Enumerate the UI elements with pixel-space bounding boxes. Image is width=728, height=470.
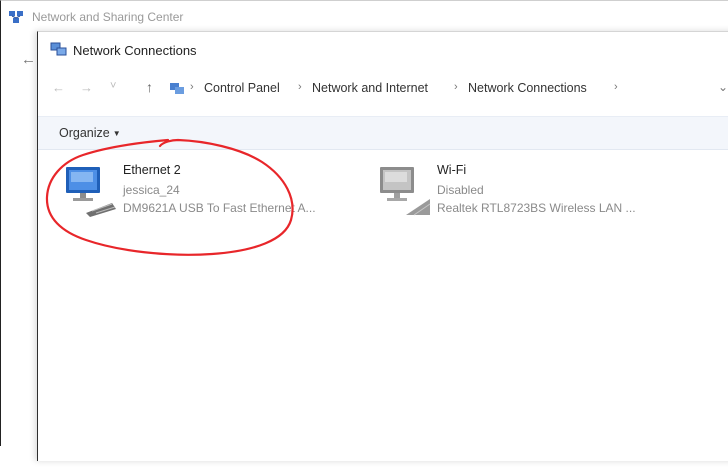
recent-locations-icon[interactable]: ˅ (110, 80, 116, 92)
connection-status: jessica_24 (123, 183, 180, 197)
network-sharing-icon (9, 11, 23, 23)
ethernet-adapter-icon (66, 167, 116, 217)
up-arrow-icon[interactable]: ↑ (146, 79, 153, 95)
organize-label: Organize (59, 126, 110, 140)
breadcrumb-chevron-icon[interactable]: › (614, 81, 618, 93)
connection-name: Ethernet 2 (123, 163, 181, 177)
network-connections-icon (50, 42, 67, 56)
organize-menu-button[interactable]: Organize ▼ (59, 126, 121, 140)
bg-back-icon[interactable]: ← (21, 51, 36, 68)
connections-list: Ethernet 2 jessica_24 DM9621A USB To Fas… (38, 150, 728, 470)
back-arrow-icon[interactable]: ← (52, 80, 65, 95)
connection-device: Realtek RTL8723BS Wireless LAN ... (437, 201, 636, 215)
bg-title-bar: Network and Sharing Center (1, 1, 728, 33)
connection-name: Wi-Fi (437, 163, 467, 177)
breadcrumb-chevron-icon: › (454, 81, 458, 93)
title-bar: Network Connections (38, 32, 728, 68)
network-connections-window: Network Connections ← → ˅ ↑ › Control Pa… (37, 31, 728, 461)
breadcrumb-chevron-icon: › (190, 81, 194, 93)
forward-arrow-icon[interactable]: → (80, 80, 93, 95)
command-bar: Organize ▼ (38, 116, 728, 150)
control-panel-icon (170, 83, 184, 94)
breadcrumb-control-panel[interactable]: Control Panel (204, 81, 280, 95)
connection-status: Disabled (437, 183, 484, 197)
bg-window-title: Network and Sharing Center (32, 10, 184, 24)
breadcrumb-chevron-icon: › (298, 81, 302, 93)
connection-device: DM9621A USB To Fast Ethernet A... (123, 201, 316, 215)
address-bar: ← → ˅ ↑ › Control Panel › Network and In… (38, 72, 728, 104)
breadcrumb-network-connections[interactable]: Network Connections (468, 81, 587, 95)
breadcrumb-network-internet[interactable]: Network and Internet (312, 81, 428, 95)
wifi-adapter-icon (380, 167, 431, 216)
organize-caret-icon: ▼ (112, 129, 121, 138)
address-dropdown-icon[interactable]: ⌄ (718, 80, 728, 94)
window-title: Network Connections (73, 43, 197, 58)
